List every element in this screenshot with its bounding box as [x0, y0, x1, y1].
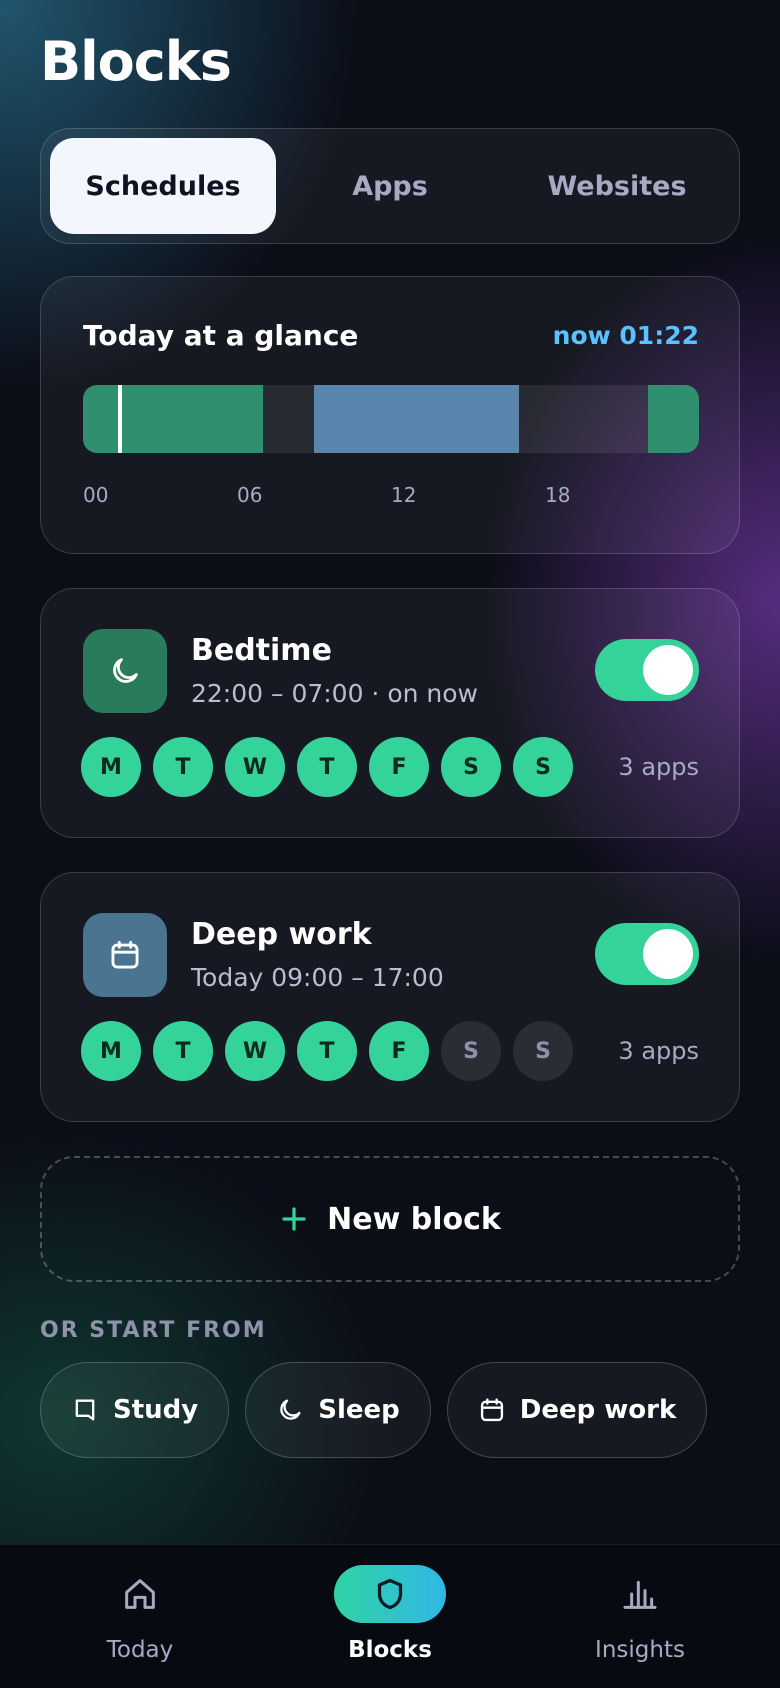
- toggle-knob: [643, 929, 693, 979]
- day-chip[interactable]: T: [297, 737, 357, 797]
- tab-websites[interactable]: Websites: [504, 138, 730, 234]
- day-chip[interactable]: F: [369, 1021, 429, 1081]
- moon-icon: [113, 658, 138, 683]
- day-chip[interactable]: F: [369, 737, 429, 797]
- day-chip[interactable]: T: [153, 1021, 213, 1081]
- block-icon-tile: [83, 629, 167, 713]
- timeline-segment: [314, 385, 520, 453]
- template-chips: Study Sleep Deep work: [40, 1362, 708, 1458]
- book-icon: [75, 1399, 95, 1421]
- day-timeline: [83, 385, 699, 453]
- day-chip[interactable]: S: [513, 1021, 573, 1081]
- block-card-deep-work[interactable]: Deep work Today 09:00 – 17:00 M T W T F …: [40, 872, 740, 1122]
- day-chip[interactable]: S: [441, 1021, 501, 1081]
- tab-schedules[interactable]: Schedules: [50, 138, 276, 234]
- day-chip[interactable]: T: [297, 1021, 357, 1081]
- block-toggle[interactable]: [595, 639, 699, 701]
- block-card-bedtime[interactable]: Bedtime 22:00 – 07:00 · on now M T W T F…: [40, 588, 740, 838]
- day-chip[interactable]: W: [225, 737, 285, 797]
- nav-icon-wrap: [84, 1565, 196, 1623]
- home-icon: [125, 1579, 155, 1609]
- now-indicator: [118, 385, 123, 453]
- segmented-control: Schedules Apps Websites: [40, 128, 740, 244]
- tick-label: 18: [545, 483, 571, 507]
- apps-count: 3 apps: [618, 1037, 699, 1065]
- bar-chart-icon: [623, 1580, 657, 1609]
- bottom-nav: Today Blocks Insights: [0, 1544, 780, 1688]
- template-chip-sleep[interactable]: Sleep: [245, 1362, 431, 1458]
- glance-title: Today at a glance: [83, 319, 359, 352]
- day-selector: M T W T F S S: [81, 737, 573, 797]
- day-chip[interactable]: M: [81, 737, 141, 797]
- block-toggle[interactable]: [595, 923, 699, 985]
- calendar-icon: [480, 1398, 503, 1422]
- toggle-knob: [643, 645, 693, 695]
- new-block-button[interactable]: New block: [40, 1156, 740, 1282]
- nav-label: Insights: [595, 1637, 685, 1663]
- apps-count: 3 apps: [618, 753, 699, 781]
- page-title: Blocks: [40, 30, 232, 93]
- day-chip[interactable]: S: [513, 737, 573, 797]
- template-chip-deep-work[interactable]: Deep work: [446, 1362, 708, 1458]
- new-block-label: New block: [327, 1201, 501, 1237]
- timeline-segment: [83, 385, 263, 453]
- day-chip[interactable]: W: [225, 1021, 285, 1081]
- shield-icon: [377, 1578, 403, 1610]
- moon-icon: [280, 1399, 301, 1420]
- block-name: Deep work: [191, 917, 372, 952]
- nav-icon-wrap: [334, 1565, 446, 1623]
- block-icon-tile: [83, 913, 167, 997]
- day-chip[interactable]: S: [441, 737, 501, 797]
- now-time-label: now 01:22: [552, 321, 699, 350]
- nav-label: Today: [106, 1637, 174, 1663]
- chip-label: Study: [113, 1395, 199, 1425]
- calendar-icon: [111, 940, 139, 969]
- day-selector: M T W T F S S: [81, 1021, 573, 1081]
- block-schedule: Today 09:00 – 17:00: [191, 963, 444, 992]
- tick-label: 00: [83, 483, 109, 507]
- nav-item-today[interactable]: Today: [50, 1565, 230, 1675]
- day-chip[interactable]: M: [81, 1021, 141, 1081]
- glance-card: Today at a glance now 01:22 00 06 12 18: [40, 276, 740, 554]
- templates-section-label: OR START FROM: [40, 1318, 267, 1343]
- timeline-segment: [647, 385, 699, 453]
- chip-label: Deep work: [519, 1395, 677, 1425]
- nav-item-blocks[interactable]: Blocks: [300, 1565, 480, 1675]
- timeline-ticks: 00 06 12 18: [83, 483, 699, 513]
- nav-item-insights[interactable]: Insights: [550, 1565, 730, 1675]
- nav-label: Blocks: [348, 1637, 432, 1663]
- tick-label: 12: [391, 483, 417, 507]
- tab-apps[interactable]: Apps: [276, 138, 504, 234]
- nav-icon-wrap: [584, 1565, 696, 1623]
- block-name: Bedtime: [191, 633, 332, 668]
- day-chip[interactable]: T: [153, 737, 213, 797]
- template-chip-study[interactable]: Study: [40, 1362, 230, 1458]
- chip-label: Sleep: [318, 1395, 400, 1425]
- plus-icon: [282, 1207, 306, 1231]
- block-schedule: 22:00 – 07:00 · on now: [191, 679, 478, 708]
- tick-label: 06: [237, 483, 263, 507]
